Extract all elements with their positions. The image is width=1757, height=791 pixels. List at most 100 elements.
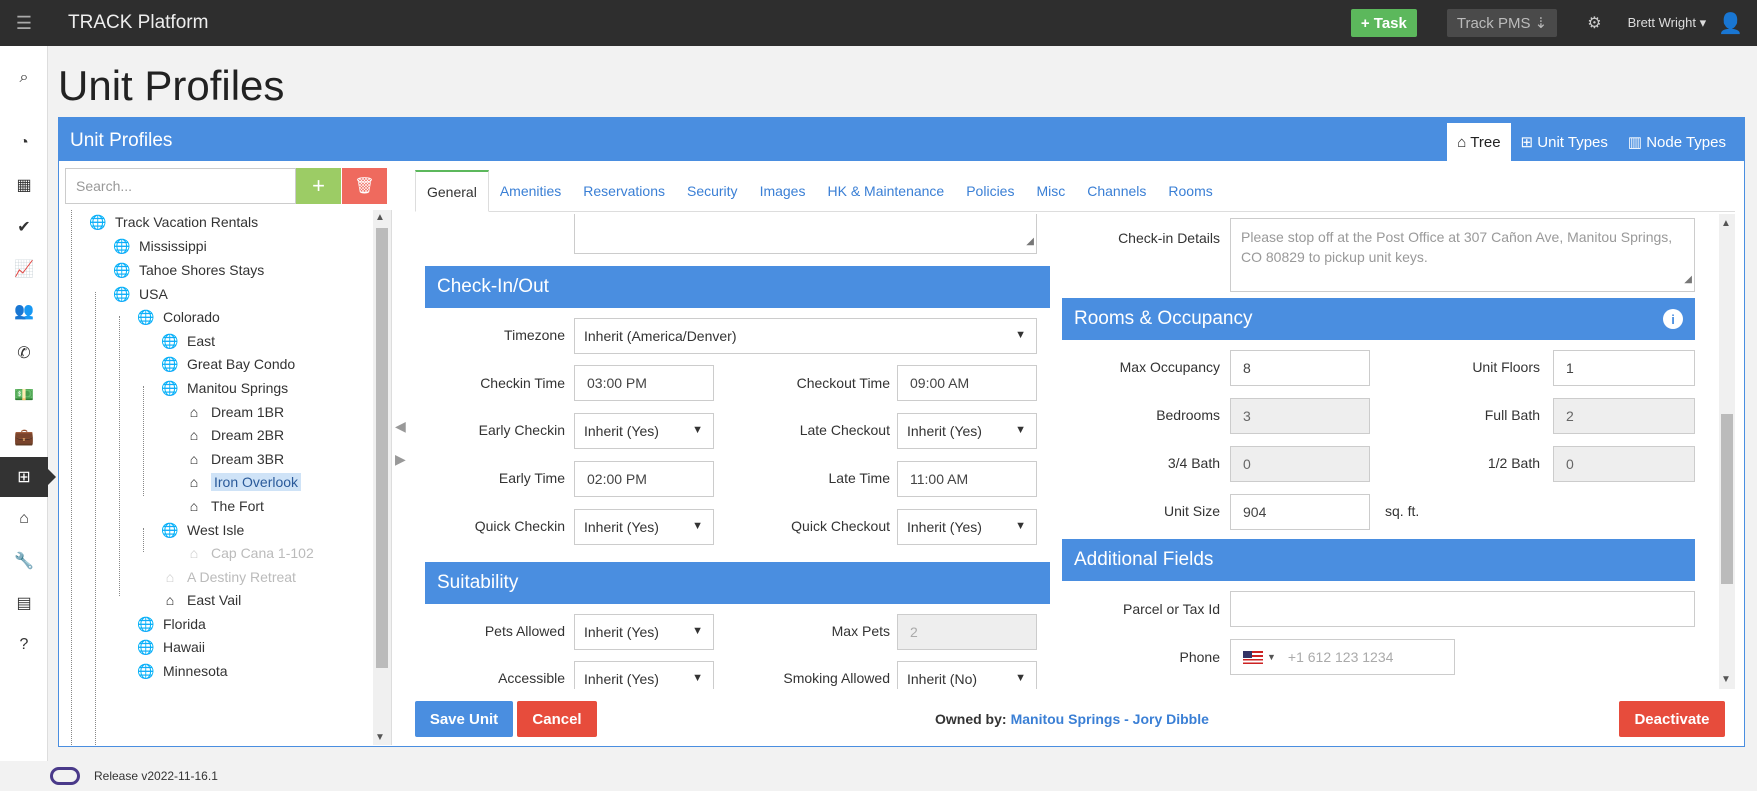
tree-node[interactable]: 🌐 Florida — [137, 613, 206, 635]
unit-floors-input[interactable]: 1 — [1553, 350, 1695, 386]
tree-node[interactable]: ⌂ The Fort — [185, 495, 264, 517]
tree-scroll-thumb[interactable] — [376, 228, 388, 668]
tree-node[interactable]: ⌂ East Vail — [161, 589, 241, 611]
calendar-icon[interactable]: ▦ — [0, 165, 48, 205]
money-icon[interactable]: 💵 — [0, 375, 48, 415]
tree-node[interactable]: 🌐 East — [161, 330, 215, 352]
delete-node-button[interactable]: 🗑 — [342, 168, 387, 204]
parcel-tax-id-input[interactable] — [1230, 591, 1695, 627]
us-flag-icon[interactable] — [1243, 650, 1263, 664]
save-unit-button[interactable]: Save Unit — [415, 701, 513, 737]
users-icon[interactable]: 👥 — [0, 291, 48, 331]
tree-node[interactable]: ⌂ Dream 2BR — [185, 424, 284, 446]
tree-node[interactable]: ⌂ Dream 1BR — [185, 401, 284, 423]
scroll-down-icon[interactable]: ▼ — [1721, 674, 1731, 685]
tree-node[interactable]: 🌐 West Isle — [161, 519, 244, 541]
form-scroll-thumb[interactable] — [1721, 414, 1733, 584]
tab-general[interactable]: General — [415, 170, 489, 212]
late-checkout-select[interactable]: Inherit (Yes) ▼ — [897, 413, 1037, 449]
checkin-time-input[interactable]: 03:00 PM — [574, 365, 714, 401]
tree-node-selected[interactable]: ⌂ Iron Overlook — [185, 471, 302, 493]
owner-link[interactable]: Manitou Springs - Jory Dibble — [1011, 711, 1209, 727]
half-bath-input[interactable]: 0 — [1553, 446, 1695, 482]
report-icon[interactable]: ▤ — [0, 583, 48, 623]
collapse-handle[interactable]: ◀ ▶ — [395, 418, 413, 478]
info-icon[interactable]: i — [1663, 309, 1683, 329]
wrench-icon[interactable]: 🔧 — [0, 541, 48, 581]
check-circle-icon[interactable]: ✔ — [0, 207, 48, 247]
add-node-button[interactable]: + — [296, 168, 341, 204]
unit-size-input[interactable]: 904 — [1230, 494, 1370, 530]
timezone-select[interactable]: Inherit (America/Denver) ▼ — [574, 318, 1037, 354]
tree-node[interactable]: ⌂ Cap Cana 1-102 — [185, 542, 314, 564]
menu-icon[interactable]: ☰ — [0, 0, 48, 46]
bedrooms-input[interactable]: 3 — [1230, 398, 1370, 434]
tree-node[interactable]: 🌐 Manitou Springs — [161, 377, 288, 399]
tab-channels[interactable]: Channels — [1076, 171, 1157, 211]
accessible-select[interactable]: Inherit (Yes) ▼ — [574, 661, 714, 689]
tree-scrollbar[interactable]: ▲ ▼ — [373, 210, 391, 745]
view-tab-node-types[interactable]: ▥ Node Types — [1618, 123, 1736, 161]
tree-node[interactable]: 🌐 Mississippi — [113, 235, 206, 257]
description-textarea[interactable]: ◢ — [574, 214, 1037, 254]
scroll-down-icon[interactable]: ▼ — [375, 732, 385, 743]
tab-images[interactable]: Images — [749, 171, 817, 211]
checkin-details-textarea[interactable]: Please stop off at the Post Office at 30… — [1230, 218, 1695, 292]
help-icon[interactable]: ? — [0, 625, 48, 665]
tab-rooms[interactable]: Rooms — [1157, 171, 1223, 211]
three-quarter-bath-input[interactable]: 0 — [1230, 446, 1370, 482]
late-time-input[interactable]: 11:00 AM — [897, 461, 1037, 497]
tree-node[interactable]: ⌂ A Destiny Retreat — [161, 566, 296, 588]
briefcase-icon[interactable]: 💼 — [0, 417, 48, 457]
checkout-time-input[interactable]: 09:00 AM — [897, 365, 1037, 401]
quick-checkin-select[interactable]: Inherit (Yes) ▼ — [574, 509, 714, 545]
view-tab-tree[interactable]: ⌂ Tree — [1447, 123, 1511, 161]
smoking-allowed-select[interactable]: Inherit (No) ▼ — [897, 661, 1037, 689]
add-task-button[interactable]: + Task — [1350, 9, 1417, 37]
quick-checkout-select[interactable]: Inherit (Yes) ▼ — [897, 509, 1037, 545]
tree-node[interactable]: 🌐 Minnesota — [137, 660, 227, 682]
view-tab-unit-types[interactable]: ⊞ Unit Types — [1511, 123, 1618, 161]
owned-by: Owned by: Manitou Springs - Jory Dibble — [935, 711, 1209, 727]
tab-security[interactable]: Security — [676, 171, 749, 211]
user-avatar-icon[interactable]: 👤 — [1718, 11, 1743, 36]
flag-chevron-icon[interactable]: ▼ — [1267, 652, 1276, 662]
tab-policies[interactable]: Policies — [955, 171, 1025, 211]
tab-amenities[interactable]: Amenities — [489, 171, 572, 211]
tab-misc[interactable]: Misc — [1025, 171, 1076, 211]
tree-node[interactable]: 🌐 USA — [113, 283, 168, 305]
section-rooms-occupancy: Rooms & Occupancy i — [1062, 298, 1695, 340]
phone-input[interactable]: ▼ +1 612 123 1234 — [1230, 639, 1455, 675]
home-icon[interactable]: ⌂ — [0, 499, 48, 539]
tab-hk-maintenance[interactable]: HK & Maintenance — [816, 171, 955, 211]
tree-node[interactable]: 🌐 Track Vacation Rentals — [89, 211, 258, 233]
early-time-input[interactable]: 02:00 PM — [574, 461, 714, 497]
home-icon: ⌂ — [189, 545, 199, 561]
tree-node[interactable]: ⌂ Dream 3BR — [185, 448, 284, 470]
tree-node[interactable]: 🌐 Tahoe Shores Stays — [113, 259, 264, 281]
scroll-up-icon[interactable]: ▲ — [375, 212, 385, 223]
track-pms-button[interactable]: Track PMS ⇣ — [1446, 9, 1558, 37]
full-bath-input[interactable]: 2 — [1553, 398, 1695, 434]
max-occupancy-input[interactable]: 8 — [1230, 350, 1370, 386]
early-checkin-label: Early Checkin — [478, 422, 565, 438]
grid-icon[interactable]: ⊞ — [0, 457, 56, 497]
deactivate-button[interactable]: Deactivate — [1619, 701, 1725, 737]
cancel-button[interactable]: Cancel — [517, 701, 597, 737]
tab-reservations[interactable]: Reservations — [572, 171, 676, 211]
dashboard-icon[interactable]: ◔ — [0, 123, 48, 163]
scroll-up-icon[interactable]: ▲ — [1721, 218, 1731, 229]
max-pets-input[interactable]: 2 — [897, 614, 1037, 650]
tree-node[interactable]: 🌐 Hawaii — [137, 636, 205, 658]
pets-allowed-select[interactable]: Inherit (Yes) ▼ — [574, 614, 714, 650]
search-icon[interactable]: ⌕ — [0, 58, 48, 98]
chart-icon[interactable]: 📈 — [0, 249, 48, 289]
tree-node[interactable]: 🌐 Colorado — [137, 306, 220, 328]
early-checkin-select[interactable]: Inherit (Yes) ▼ — [574, 413, 714, 449]
user-menu[interactable]: Brett Wright ▾ — [1628, 15, 1707, 31]
search-input[interactable] — [66, 169, 295, 203]
tree-node[interactable]: 🌐 Great Bay Condo — [161, 353, 295, 375]
phone-icon[interactable]: ✆ — [0, 333, 48, 373]
form-scrollbar[interactable]: ▲ ▼ — [1719, 214, 1735, 689]
gear-icon[interactable]: ⚙ — [1587, 13, 1601, 33]
